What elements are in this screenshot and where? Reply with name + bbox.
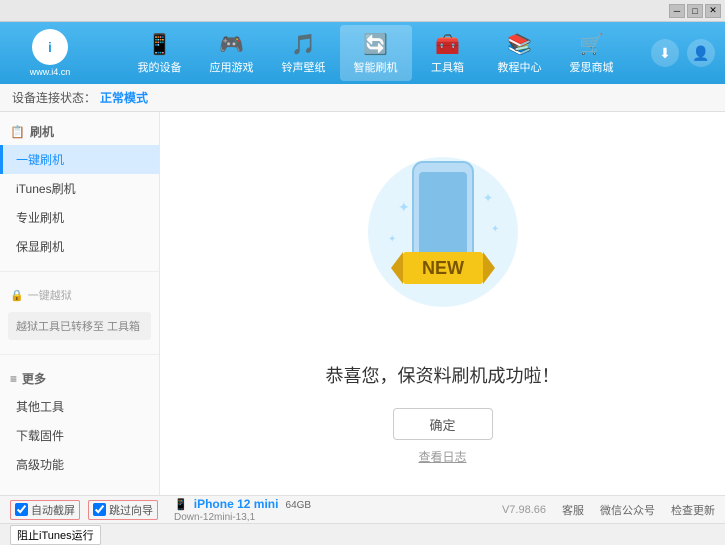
sidebar-item-advanced[interactable]: 高级功能 bbox=[0, 450, 159, 479]
svg-text:✦: ✦ bbox=[388, 234, 396, 245]
bottom-bar: 自动截屏 跳过向导 📱 iPhone 12 mini 64GB Down-12m… bbox=[0, 495, 725, 523]
sidebar-item-one-click-flash[interactable]: 一键刷机 bbox=[0, 145, 159, 174]
nav-item-smart-flash-label: 智能刷机 bbox=[354, 59, 398, 75]
skip-wizard-label: 跳过向导 bbox=[109, 502, 153, 518]
download-button[interactable]: ⬇ bbox=[651, 39, 679, 67]
device-model: Down-12mini-13,1 bbox=[174, 512, 255, 523]
sidebar-item-download-firmware[interactable]: 下载固件 bbox=[0, 421, 159, 450]
jailbreak-label: 一键越狱 bbox=[28, 287, 72, 303]
sidebar-divider-1 bbox=[0, 271, 159, 272]
sidebar-item-preserve-flash[interactable]: 保显刷机 bbox=[0, 232, 159, 261]
svg-text:✦: ✦ bbox=[491, 224, 499, 235]
window-controls[interactable]: ─ □ ✕ bbox=[669, 4, 721, 18]
svg-text:✦: ✦ bbox=[398, 199, 410, 215]
sidebar-section-flash: 📋 刷机 一键刷机 iTunes刷机 专业刷机 保显刷机 bbox=[0, 112, 159, 267]
flash-section-icon: 📋 bbox=[10, 125, 25, 139]
sidebar-item-other-tools[interactable]: 其他工具 bbox=[0, 392, 159, 421]
logo-url: www.i4.cn bbox=[30, 67, 71, 77]
ringtones-icon: 🎵 bbox=[291, 32, 316, 57]
status-label: 设备连接状态： bbox=[12, 89, 96, 106]
device-storage: 64GB bbox=[286, 500, 312, 511]
success-illustration: NEW ✦ ✦ ✦ ✦ bbox=[343, 142, 543, 342]
phone-device-icon: 📱 bbox=[174, 499, 188, 511]
close-button[interactable]: ✕ bbox=[705, 4, 721, 18]
jailbreak-note: 越狱工具已转移至 工具箱 bbox=[8, 312, 151, 340]
main-area: 📋 刷机 一键刷机 iTunes刷机 专业刷机 保显刷机 🔒 一键越狱 越狱工具… bbox=[0, 112, 725, 495]
my-device-icon: 📱 bbox=[147, 32, 172, 57]
toolbox-icon: 🧰 bbox=[435, 32, 460, 57]
sidebar-section-jailbreak-header: 🔒 一键越狱 bbox=[0, 282, 159, 308]
maximize-button[interactable]: □ bbox=[687, 4, 703, 18]
nav-item-tutorials[interactable]: 📚 教程中心 bbox=[484, 25, 556, 81]
content-area: NEW ✦ ✦ ✦ ✦ 恭喜您，保资料刷机成功啦！ 确定 查看日志 bbox=[160, 112, 725, 495]
sidebar: 📋 刷机 一键刷机 iTunes刷机 专业刷机 保显刷机 🔒 一键越狱 越狱工具… bbox=[0, 112, 160, 495]
version-label: V7.98.66 bbox=[502, 504, 546, 516]
sidebar-section-jailbreak: 🔒 一键越狱 越狱工具已转移至 工具箱 bbox=[0, 276, 159, 350]
check-update-link[interactable]: 检查更新 bbox=[671, 502, 715, 518]
confirm-button[interactable]: 确定 bbox=[393, 408, 493, 440]
device-name: iPhone 12 mini bbox=[194, 497, 279, 511]
sidebar-section-more-header: ≡ 更多 bbox=[0, 365, 159, 392]
more-section-label: 更多 bbox=[22, 370, 46, 387]
phone-svg: NEW ✦ ✦ ✦ ✦ bbox=[343, 142, 543, 342]
svg-text:NEW: NEW bbox=[422, 258, 464, 278]
nav-item-store-label: 爱思商城 bbox=[570, 59, 614, 75]
nav-item-apps-games[interactable]: 🎮 应用游戏 bbox=[196, 25, 268, 81]
store-icon: 🛒 bbox=[579, 32, 604, 57]
secondary-link[interactable]: 查看日志 bbox=[418, 448, 466, 465]
auto-send-checkbox[interactable] bbox=[15, 503, 28, 516]
logo[interactable]: i www.i4.cn bbox=[10, 28, 90, 78]
nav-item-store[interactable]: 🛒 爱思商城 bbox=[556, 25, 628, 81]
smart-flash-icon: 🔄 bbox=[363, 32, 388, 57]
more-section-icon: ≡ bbox=[10, 372, 17, 386]
sidebar-divider-2 bbox=[0, 354, 159, 355]
nav-bar: 📱 我的设备 🎮 应用游戏 🎵 铃声壁纸 🔄 智能刷机 🧰 工具箱 📚 教程中心… bbox=[100, 25, 651, 81]
status-bar: 设备连接状态： 正常模式 bbox=[0, 84, 725, 112]
skip-wizard-checkbox-item[interactable]: 跳过向导 bbox=[88, 500, 158, 520]
nav-item-smart-flash[interactable]: 🔄 智能刷机 bbox=[340, 25, 412, 81]
sidebar-section-more: ≡ 更多 其他工具 下载固件 高级功能 bbox=[0, 359, 159, 485]
auto-send-label: 自动截屏 bbox=[31, 502, 75, 518]
nav-item-tutorials-label: 教程中心 bbox=[498, 59, 542, 75]
apps-games-icon: 🎮 bbox=[219, 32, 244, 57]
bottom-right: V7.98.66 客服 微信公众号 检查更新 bbox=[502, 502, 715, 518]
nav-item-toolbox[interactable]: 🧰 工具箱 bbox=[412, 25, 484, 81]
sidebar-item-itunes-flash[interactable]: iTunes刷机 bbox=[0, 174, 159, 203]
nav-item-my-device-label: 我的设备 bbox=[138, 59, 182, 75]
device-info: 📱 iPhone 12 mini 64GB Down-12mini-13,1 bbox=[174, 497, 311, 523]
wechat-link[interactable]: 微信公众号 bbox=[600, 502, 655, 518]
nav-item-ringtones-label: 铃声壁纸 bbox=[282, 59, 326, 75]
minimize-button[interactable]: ─ bbox=[669, 4, 685, 18]
lock-icon: 🔒 bbox=[10, 289, 24, 302]
header-right-buttons: ⬇ 👤 bbox=[651, 39, 715, 67]
title-bar: ─ □ ✕ bbox=[0, 0, 725, 22]
sidebar-section-flash-header: 📋 刷机 bbox=[0, 118, 159, 145]
nav-item-apps-games-label: 应用游戏 bbox=[210, 59, 254, 75]
flash-section-label: 刷机 bbox=[30, 123, 54, 140]
auto-send-checkbox-item[interactable]: 自动截屏 bbox=[10, 500, 80, 520]
status-value: 正常模式 bbox=[100, 89, 148, 106]
sidebar-item-pro-flash[interactable]: 专业刷机 bbox=[0, 203, 159, 232]
customer-service-link[interactable]: 客服 bbox=[562, 502, 584, 518]
tutorials-icon: 📚 bbox=[507, 32, 532, 57]
itunes-bar: 阻止iTunes运行 bbox=[0, 523, 725, 545]
nav-item-my-device[interactable]: 📱 我的设备 bbox=[124, 25, 196, 81]
user-button[interactable]: 👤 bbox=[687, 39, 715, 67]
itunes-block-button[interactable]: 阻止iTunes运行 bbox=[10, 525, 101, 545]
svg-text:✦: ✦ bbox=[483, 191, 493, 205]
nav-item-toolbox-label: 工具箱 bbox=[431, 59, 464, 75]
nav-item-ringtones[interactable]: 🎵 铃声壁纸 bbox=[268, 25, 340, 81]
bottom-left: 自动截屏 跳过向导 📱 iPhone 12 mini 64GB Down-12m… bbox=[10, 497, 502, 523]
header: i www.i4.cn 📱 我的设备 🎮 应用游戏 🎵 铃声壁纸 🔄 智能刷机 … bbox=[0, 22, 725, 84]
success-text: 恭喜您，保资料刷机成功啦！ bbox=[326, 362, 560, 388]
logo-icon: i bbox=[32, 29, 68, 65]
skip-wizard-checkbox[interactable] bbox=[93, 503, 106, 516]
